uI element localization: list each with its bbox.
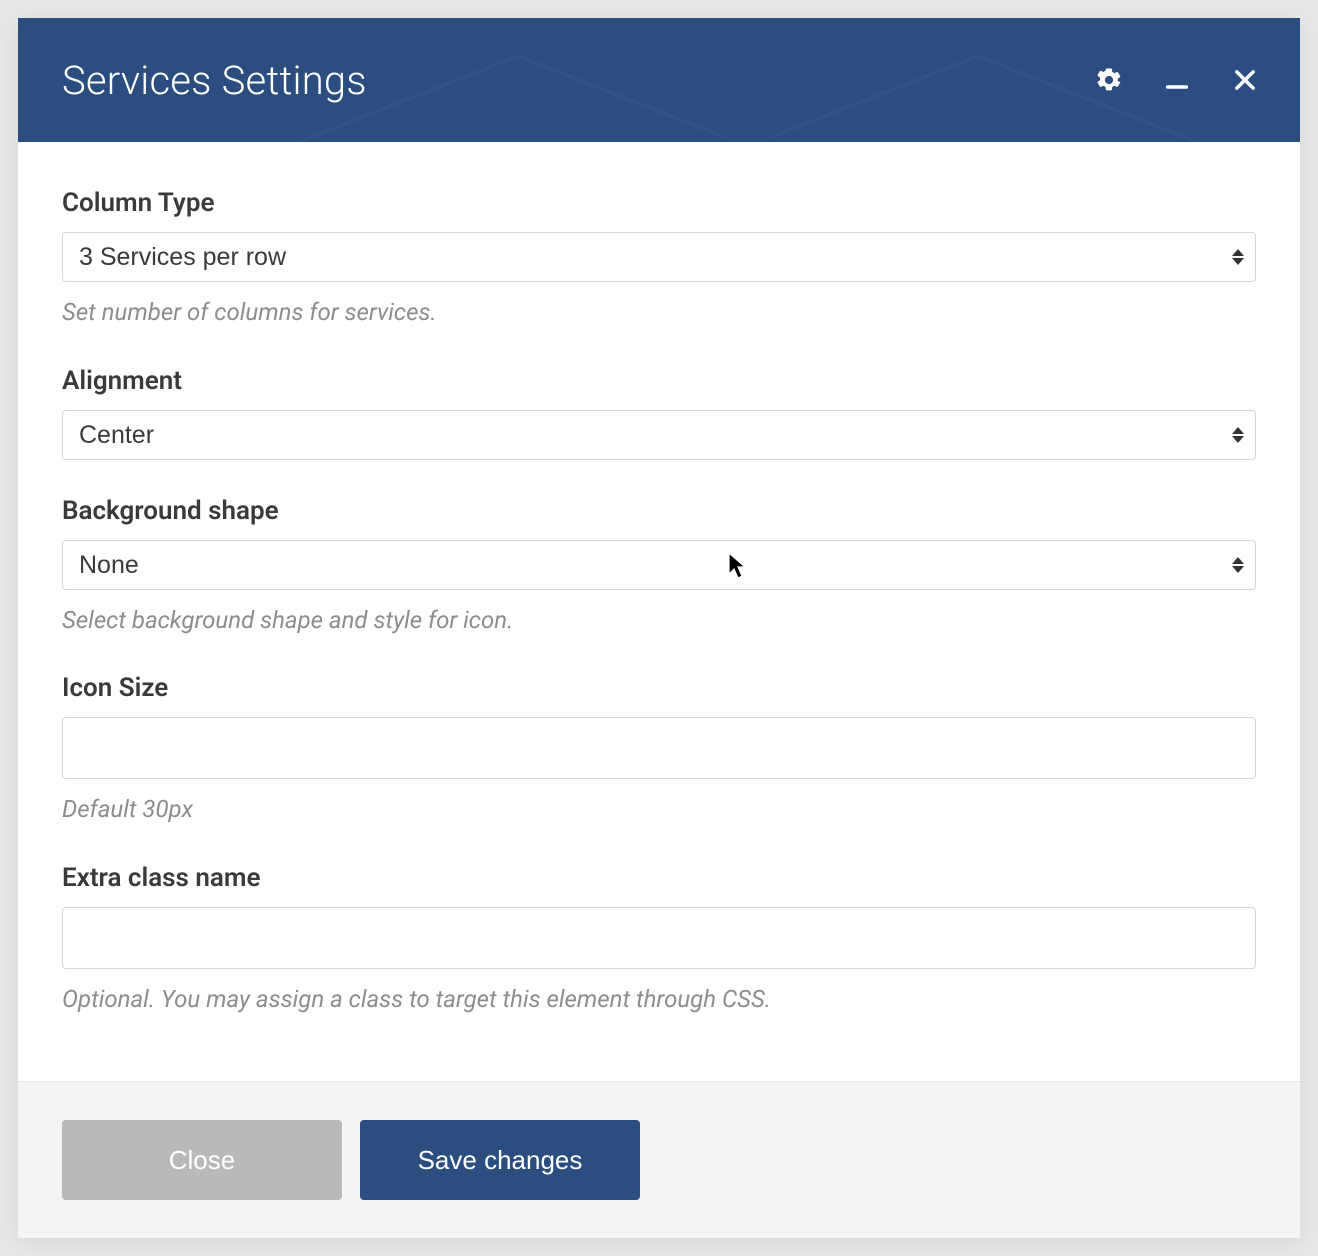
- select-column-type[interactable]: 3 Services per row: [62, 232, 1256, 282]
- label-column-type: Column Type: [62, 188, 1256, 218]
- select-alignment[interactable]: Center: [62, 410, 1256, 460]
- input-icon-size[interactable]: [62, 717, 1256, 779]
- help-column-type: Set number of columns for services.: [62, 296, 1256, 330]
- field-icon-size: Icon Size Default 30px: [62, 673, 1256, 827]
- field-column-type: Column Type 3 Services per row Set numbe…: [62, 188, 1256, 330]
- field-background-shape: Background shape None Select background …: [62, 496, 1256, 638]
- input-extra-class[interactable]: [62, 907, 1256, 969]
- help-background-shape: Select background shape and style for ic…: [62, 604, 1256, 638]
- gear-icon[interactable]: [1094, 65, 1124, 95]
- field-alignment: Alignment Center: [62, 366, 1256, 460]
- field-extra-class: Extra class name Optional. You may assig…: [62, 863, 1256, 1017]
- settings-modal: Services Settings Column Type 3 Services…: [18, 18, 1300, 1238]
- header-actions: [1094, 65, 1260, 95]
- help-extra-class: Optional. You may assign a class to targ…: [62, 983, 1256, 1017]
- modal-header: Services Settings: [18, 18, 1300, 142]
- close-button[interactable]: Close: [62, 1120, 342, 1200]
- select-background-shape[interactable]: None: [62, 540, 1256, 590]
- help-icon-size: Default 30px: [62, 793, 1256, 827]
- modal-footer: Close Save changes: [18, 1081, 1300, 1238]
- label-background-shape: Background shape: [62, 496, 1256, 526]
- label-alignment: Alignment: [62, 366, 1256, 396]
- modal-body: Column Type 3 Services per row Set numbe…: [18, 142, 1300, 1081]
- close-icon[interactable]: [1230, 65, 1260, 95]
- modal-title: Services Settings: [62, 57, 367, 104]
- minimize-icon[interactable]: [1162, 65, 1192, 95]
- save-button[interactable]: Save changes: [360, 1120, 640, 1200]
- label-extra-class: Extra class name: [62, 863, 1256, 893]
- label-icon-size: Icon Size: [62, 673, 1256, 703]
